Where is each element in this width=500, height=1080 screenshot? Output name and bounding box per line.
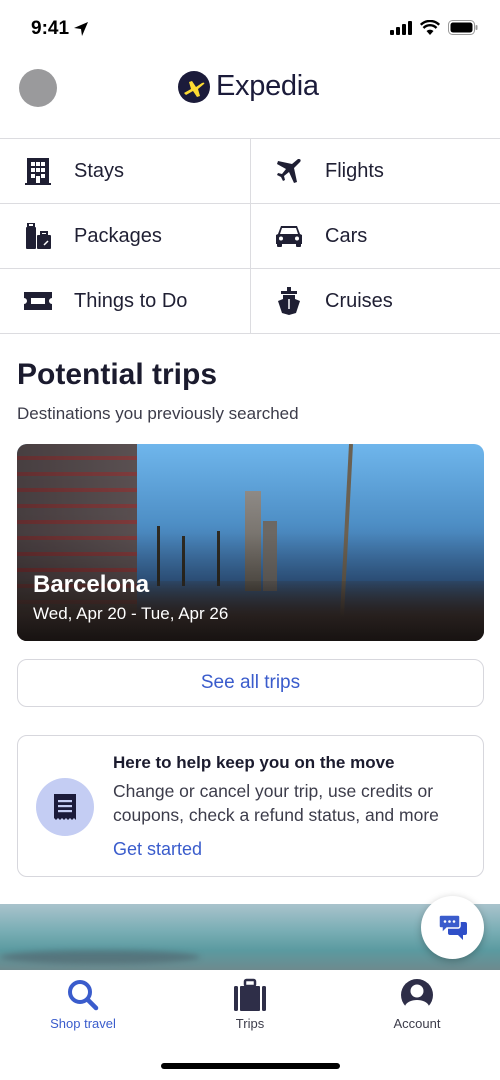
airplane-icon bbox=[275, 157, 303, 185]
help-body: Change or cancel your trip, use credits … bbox=[113, 781, 439, 825]
status-bar: 9:41 bbox=[0, 0, 500, 60]
section-subtitle: Destinations you previously searched bbox=[17, 404, 299, 423]
help-card[interactable]: Here to help keep you on the move Change… bbox=[17, 735, 484, 877]
search-icon bbox=[68, 980, 99, 1011]
trip-card[interactable]: Barcelona Wed, Apr 20 - Tue, Apr 26 bbox=[17, 444, 484, 641]
receipt-icon bbox=[54, 794, 76, 820]
nav-account[interactable]: Account bbox=[357, 978, 477, 1031]
category-grid: Stays Flights Packages Cars Things to Do… bbox=[0, 138, 500, 334]
brand-name: Expedia bbox=[216, 70, 319, 102]
category-row: Packages Cars bbox=[0, 204, 500, 269]
category-label: Flights bbox=[325, 159, 384, 182]
category-row: Stays Flights bbox=[0, 139, 500, 204]
nav-shop-travel[interactable]: Shop travel bbox=[23, 978, 143, 1031]
location-arrow-icon bbox=[74, 22, 89, 36]
help-title: Here to help keep you on the move bbox=[113, 753, 395, 772]
category-flights[interactable]: Flights bbox=[250, 139, 500, 203]
ship-icon bbox=[275, 287, 303, 315]
nav-trips[interactable]: Trips bbox=[190, 978, 310, 1031]
section-title: Potential trips bbox=[17, 358, 218, 391]
trip-city: Barcelona bbox=[33, 571, 150, 598]
category-label: Cars bbox=[325, 224, 368, 247]
category-stays[interactable]: Stays bbox=[0, 139, 250, 203]
get-started-link[interactable]: Get started bbox=[113, 839, 202, 860]
category-label: Cruises bbox=[325, 289, 393, 312]
avatar[interactable] bbox=[19, 69, 57, 107]
category-label: Packages bbox=[74, 224, 162, 247]
status-time: 9:41 bbox=[31, 18, 89, 40]
luggage-icon bbox=[24, 222, 52, 250]
status-icons bbox=[390, 20, 478, 35]
nav-label: Trips bbox=[235, 1016, 265, 1031]
ticket-icon bbox=[24, 287, 52, 315]
app-header: Expedia bbox=[0, 60, 500, 138]
clock: 9:41 bbox=[31, 18, 70, 39]
trip-dates: Wed, Apr 20 - Tue, Apr 26 bbox=[33, 604, 229, 623]
wifi-icon bbox=[420, 20, 440, 35]
see-all-trips-button[interactable]: See all trips bbox=[17, 659, 484, 707]
cellular-signal-icon bbox=[390, 20, 412, 35]
chat-bubbles-icon bbox=[437, 913, 467, 940]
expedia-logo: Expedia bbox=[178, 70, 319, 103]
category-packages[interactable]: Packages bbox=[0, 204, 250, 268]
category-row: Things to Do Cruises bbox=[0, 269, 500, 334]
building-icon bbox=[24, 157, 52, 185]
battery-icon bbox=[448, 20, 478, 35]
car-icon bbox=[275, 222, 303, 250]
chat-button[interactable] bbox=[421, 896, 484, 959]
category-cars[interactable]: Cars bbox=[250, 204, 500, 268]
nav-label: Shop travel bbox=[50, 1016, 116, 1031]
category-cruises[interactable]: Cruises bbox=[250, 269, 500, 333]
briefcase-icon bbox=[234, 978, 266, 1011]
category-label: Things to Do bbox=[74, 289, 188, 312]
category-things-to-do[interactable]: Things to Do bbox=[0, 269, 250, 333]
nav-label: Account bbox=[393, 1016, 441, 1031]
category-label: Stays bbox=[74, 159, 125, 182]
home-indicator[interactable] bbox=[161, 1063, 340, 1069]
help-icon-circle bbox=[36, 778, 94, 836]
expedia-logo-icon bbox=[178, 70, 210, 103]
account-icon bbox=[401, 979, 433, 1012]
